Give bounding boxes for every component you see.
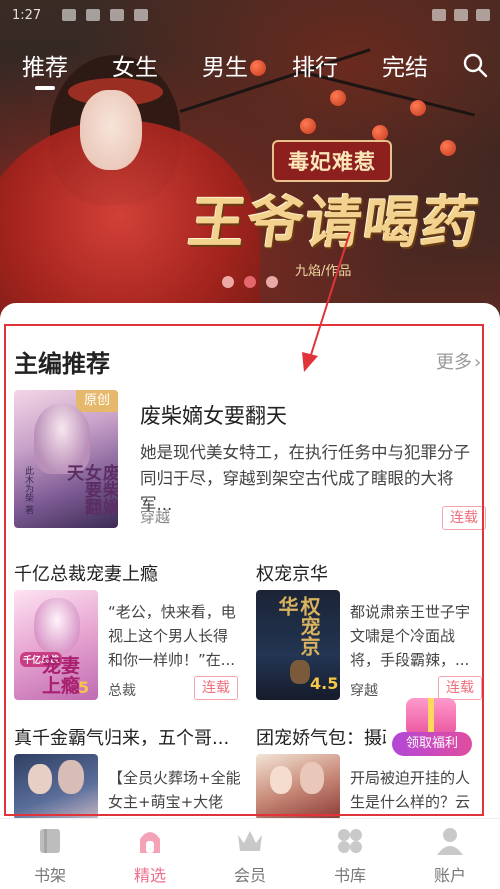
- featured-book-genre: 穿越: [140, 508, 171, 526]
- claim-welfare-button[interactable]: 领取福利: [392, 698, 472, 758]
- library-icon: [338, 829, 362, 853]
- gift-icon: [406, 698, 456, 736]
- nav-label: 会员: [233, 866, 266, 885]
- wifi-icon: [454, 9, 468, 21]
- banner-title: 王爷请喝药: [184, 190, 485, 256]
- tab-completed[interactable]: 完结: [382, 48, 428, 82]
- cover-illustration: [270, 766, 292, 794]
- more-label: 更多: [436, 352, 472, 373]
- book-title[interactable]: 真千金霸气归来，五个哥...: [14, 724, 229, 750]
- notification-icon: [110, 9, 124, 21]
- crown-icon: [238, 831, 262, 851]
- more-link[interactable]: 更多 ›: [436, 348, 481, 374]
- nav-featured[interactable]: 精选: [100, 819, 200, 889]
- featured-book-cover[interactable]: 废柴嫡女要翻天 此木为柴 著 原创: [14, 390, 118, 528]
- search-icon[interactable]: [462, 52, 488, 78]
- featured-icon: [140, 832, 160, 853]
- cover-author: 此木为柴 著: [23, 466, 33, 514]
- status-notification-icons: [62, 9, 148, 21]
- nav-label: 书架: [33, 866, 66, 885]
- banner-author: 九焰/作品: [295, 264, 352, 279]
- cover-illustration: [58, 760, 84, 794]
- bottom-navigation: 书架 精选 会员 书库 账户: [0, 818, 500, 889]
- status-system-icons: [432, 9, 490, 21]
- book-score: 5: [78, 678, 90, 697]
- account-icon: [437, 828, 463, 855]
- carousel-dot-active: [244, 276, 256, 288]
- notification-icon: [134, 9, 148, 21]
- banner-berry: [440, 140, 456, 156]
- original-badge: 原创: [76, 390, 118, 412]
- carousel-dot: [222, 276, 234, 288]
- bookshelf-icon: [40, 829, 60, 853]
- serial-status-tag: 连载: [438, 676, 482, 700]
- chevron-right-icon: ›: [474, 352, 482, 373]
- banner-berry: [372, 125, 388, 141]
- cover-illustration: [28, 764, 52, 794]
- book-cover[interactable]: 千亿总裁 宠妻上瘾 5: [14, 590, 98, 700]
- book-genre: 穿越: [350, 683, 378, 699]
- notification-icon: [62, 9, 76, 21]
- nav-bookshelf[interactable]: 书架: [0, 819, 100, 889]
- cover-illustration: [290, 660, 310, 684]
- cover-illustration: [34, 598, 80, 654]
- book-cover[interactable]: 权宠京华 4.5: [256, 590, 340, 700]
- nav-membership[interactable]: 会员: [200, 819, 300, 889]
- status-time: 1:27: [12, 8, 42, 23]
- book-description: 【全员火葬场+全能女主+萌宝+大佬: [108, 769, 241, 811]
- featured-book-title[interactable]: 废柴嫡女要翻天: [140, 400, 287, 430]
- welfare-label: 领取福利: [392, 732, 472, 756]
- book-score: 4.5: [310, 674, 339, 693]
- carousel-dots: [222, 276, 278, 288]
- book-title[interactable]: 千亿总裁宠妻上瘾: [14, 560, 158, 586]
- notification-icon: [86, 9, 100, 21]
- carousel-dot: [266, 276, 278, 288]
- banner-illustration-face: [80, 90, 142, 170]
- section-title: 主编推荐: [14, 349, 110, 378]
- book-cover[interactable]: [14, 754, 98, 820]
- tab-ranking[interactable]: 排行: [292, 48, 338, 82]
- serial-status-tag: 连载: [194, 676, 238, 700]
- book-title[interactable]: 团宠娇气包：摄政: [256, 724, 386, 750]
- cover-title: 权宠京华: [275, 596, 321, 656]
- banner-berry: [300, 118, 316, 134]
- nav-label: 账户: [433, 866, 466, 885]
- book-title[interactable]: 权宠京华: [256, 560, 328, 586]
- banner-berry: [410, 100, 426, 116]
- category-tabs: 推荐 女生 男生 排行 完结: [0, 48, 500, 98]
- tab-recommend[interactable]: 推荐: [22, 48, 68, 90]
- book-description: 都说肃亲王世子宇文啸是个冷面战将，手段霸辣，...: [350, 603, 471, 669]
- book-cover[interactable]: [256, 754, 340, 820]
- signal-icon: [432, 9, 446, 21]
- nav-library[interactable]: 书库: [300, 819, 400, 889]
- nav-label: 书库: [333, 866, 366, 885]
- nav-account[interactable]: 账户: [400, 819, 500, 889]
- book-description: “老公，快来看，电视上这个男人长得和你一样帅！”在...: [108, 603, 236, 669]
- tab-female[interactable]: 女生: [112, 48, 158, 82]
- cover-title: 宠妻上瘾: [42, 655, 81, 697]
- serial-status-tag: 连载: [442, 506, 486, 530]
- nav-label: 精选: [133, 866, 166, 885]
- battery-icon: [476, 9, 490, 21]
- status-bar: 1:27: [0, 0, 500, 32]
- cover-illustration: [300, 762, 324, 794]
- featured-book-description: 她是现代美女特工，在执行任务中与犯罪分子同归于尽，穿越到架空古代成了瞎眼的大将军…: [140, 443, 470, 514]
- banner-tagline: 毒妃难惹: [272, 140, 392, 182]
- book-genre: 总裁: [108, 683, 136, 699]
- book-description: 开局被迫开挂的人生是什么样的？云: [350, 769, 471, 811]
- tab-male[interactable]: 男生: [202, 48, 248, 82]
- cover-title: 废柴嫡女要翻天: [63, 464, 118, 515]
